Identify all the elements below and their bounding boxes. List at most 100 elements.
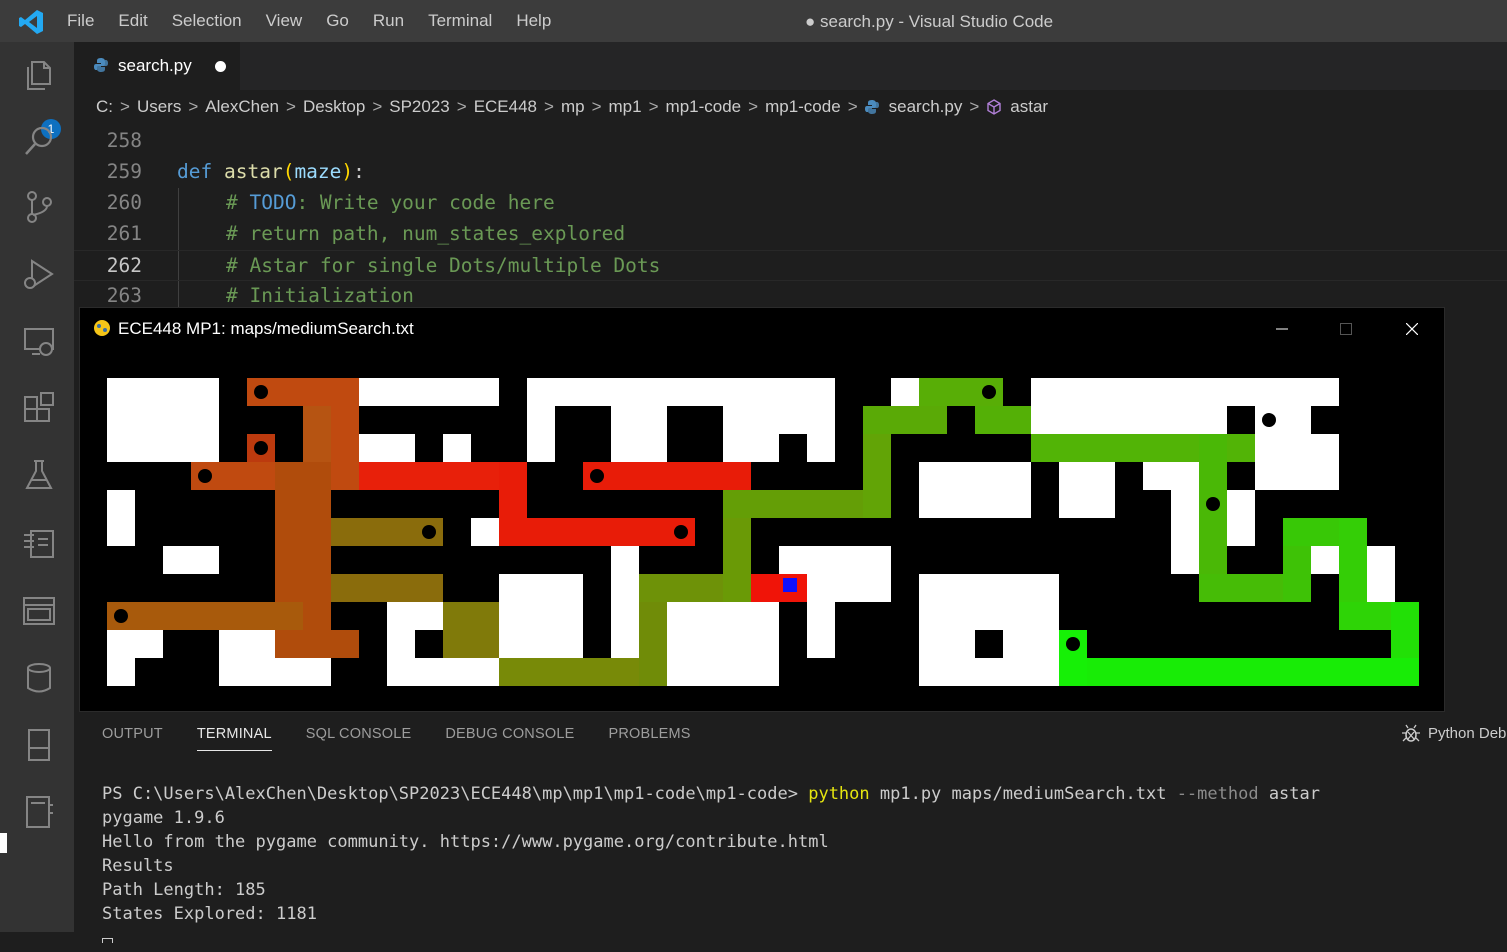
line-number: 260 bbox=[106, 191, 142, 214]
notebook-icon[interactable] bbox=[20, 793, 58, 831]
breadcrumb-item[interactable]: mp1-code bbox=[765, 97, 841, 117]
maze-agent bbox=[783, 578, 797, 592]
menu-run[interactable]: Run bbox=[373, 11, 404, 31]
clipboard-icon[interactable] bbox=[20, 523, 58, 561]
maze-wall bbox=[415, 630, 443, 658]
line-number: 259 bbox=[106, 160, 142, 183]
python-debug-label: Python Deb bbox=[1428, 724, 1507, 742]
menu-view[interactable]: View bbox=[266, 11, 303, 31]
source-control-icon[interactable] bbox=[20, 188, 58, 226]
window-icon[interactable] bbox=[20, 591, 58, 629]
terminal-line: pygame 1.9.6 bbox=[102, 808, 225, 828]
breadcrumb-item[interactable]: Users bbox=[137, 97, 181, 117]
unsaved-dot-icon[interactable] bbox=[215, 61, 226, 72]
maze-goal-dot bbox=[1066, 637, 1080, 651]
python-file-icon bbox=[94, 58, 108, 72]
chevron-right-icon: > bbox=[748, 97, 759, 116]
code-line: 260 # TODO: Write your code here bbox=[74, 188, 1507, 219]
menu-file[interactable]: File bbox=[67, 11, 94, 31]
breadcrumb-item[interactable]: mp bbox=[561, 97, 585, 117]
maze-path-cell bbox=[1199, 574, 1283, 602]
terminal-line: Results bbox=[102, 856, 174, 876]
maze-open-cell bbox=[667, 602, 779, 686]
database-icon[interactable] bbox=[20, 659, 58, 697]
minimize-button[interactable] bbox=[1250, 308, 1314, 350]
breadcrumb-item[interactable]: SP2023 bbox=[389, 97, 450, 117]
maze-path-cell bbox=[751, 574, 807, 602]
run-debug-icon[interactable] bbox=[20, 255, 58, 293]
maze-open-cell bbox=[359, 434, 415, 462]
vscode-logo-icon bbox=[19, 10, 43, 34]
maze-path-cell bbox=[331, 378, 359, 462]
chevron-right-icon: > bbox=[847, 97, 858, 116]
menu-selection[interactable]: Selection bbox=[172, 11, 242, 31]
maze-path-cell bbox=[107, 602, 303, 630]
breadcrumb-item[interactable]: mp1-code bbox=[666, 97, 742, 117]
maze-open-cell bbox=[107, 630, 135, 686]
close-button[interactable] bbox=[1380, 308, 1444, 350]
maze-path-cell bbox=[331, 574, 443, 602]
breadcrumb: C: > Users > AlexChen > Desktop > SP2023 > EC… bbox=[96, 94, 1048, 120]
chevron-right-icon: > bbox=[286, 97, 296, 116]
maze-goal-dot bbox=[114, 609, 128, 623]
breadcrumb-symbol[interactable]: astar bbox=[1010, 97, 1048, 117]
chevron-right-icon: > bbox=[969, 97, 980, 116]
maze-open-cell bbox=[1367, 546, 1395, 602]
maze-path-cell bbox=[1339, 518, 1367, 602]
tab-sql-console[interactable]: SQL CONSOLE bbox=[306, 726, 412, 746]
code-text: # return path, num_states_explored bbox=[226, 222, 626, 245]
breadcrumb-item[interactable]: AlexChen bbox=[205, 97, 279, 117]
terminal-line: States Explored: 1181 bbox=[102, 904, 317, 924]
maze-open-cell bbox=[499, 574, 583, 658]
line-number: 263 bbox=[106, 284, 142, 307]
menu-terminal[interactable]: Terminal bbox=[428, 11, 492, 31]
code-line: 261 # return path, num_states_explored bbox=[74, 219, 1507, 250]
panel-icon[interactable] bbox=[20, 726, 58, 764]
pygame-window[interactable]: ECE448 MP1: maps/mediumSearch.txt bbox=[79, 307, 1445, 712]
search-icon[interactable] bbox=[20, 122, 58, 160]
maze-goal-dot bbox=[1290, 609, 1304, 623]
breadcrumb-item[interactable]: ECE448 bbox=[474, 97, 537, 117]
bug-icon bbox=[1402, 724, 1420, 742]
extensions-icon[interactable] bbox=[20, 389, 58, 427]
maze-path-cell bbox=[863, 406, 947, 434]
maze-wall bbox=[1143, 490, 1171, 574]
maze-path-cell bbox=[1059, 658, 1419, 686]
code-line: 258 bbox=[74, 126, 1507, 157]
maze-goal-dot bbox=[198, 469, 212, 483]
explorer-icon[interactable] bbox=[20, 56, 58, 94]
code-editor[interactable]: 258 259 def astar(maze): 260 # TODO: Wri… bbox=[74, 126, 1507, 308]
tab-output[interactable]: OUTPUT bbox=[102, 726, 163, 746]
menu-help[interactable]: Help bbox=[516, 11, 551, 31]
code-line: 259 def astar(maze): bbox=[74, 157, 1507, 188]
remote-explorer-icon[interactable] bbox=[20, 322, 58, 360]
terminal-output[interactable]: PS C:\Users\AlexChen\Desktop\SP2023\ECE4… bbox=[102, 784, 1320, 952]
breadcrumb-item[interactable]: Desktop bbox=[303, 97, 365, 117]
tab-label: search.py bbox=[118, 56, 192, 75]
tab-problems[interactable]: PROBLEMS bbox=[608, 726, 690, 746]
maximize-button[interactable] bbox=[1314, 308, 1378, 350]
chevron-right-icon: > bbox=[372, 97, 383, 116]
title-bar: File Edit Selection View Go Run Terminal… bbox=[0, 0, 1507, 42]
edge-marker bbox=[0, 833, 7, 853]
maze-goal-dot bbox=[982, 385, 996, 399]
breadcrumb-item[interactable]: C: bbox=[96, 97, 113, 117]
menu-edit[interactable]: Edit bbox=[118, 11, 147, 31]
maze-path-cell bbox=[499, 518, 695, 546]
tab-debug-console[interactable]: DEBUG CONSOLE bbox=[445, 726, 574, 746]
python-debug-terminal[interactable]: Python Deb bbox=[1400, 722, 1506, 744]
pygame-titlebar[interactable]: ECE448 MP1: maps/mediumSearch.txt bbox=[80, 308, 1444, 350]
breadcrumb-item[interactable]: mp1 bbox=[609, 97, 642, 117]
testing-icon[interactable] bbox=[20, 456, 58, 494]
breadcrumb-file[interactable]: search.py bbox=[889, 97, 963, 117]
maze-path-cell bbox=[443, 602, 499, 658]
code-line: 263 # Initialization bbox=[74, 281, 1507, 308]
menu-go[interactable]: Go bbox=[326, 11, 349, 31]
line-number: 258 bbox=[106, 129, 142, 152]
maze-goal-dot bbox=[254, 385, 268, 399]
tab-search-py[interactable]: search.py bbox=[74, 42, 240, 90]
menu-bar: File Edit Selection View Go Run Terminal… bbox=[67, 0, 575, 42]
tab-terminal[interactable]: TERMINAL bbox=[196, 726, 272, 751]
maze-wall bbox=[779, 434, 807, 462]
maze-path-cell bbox=[275, 630, 359, 658]
